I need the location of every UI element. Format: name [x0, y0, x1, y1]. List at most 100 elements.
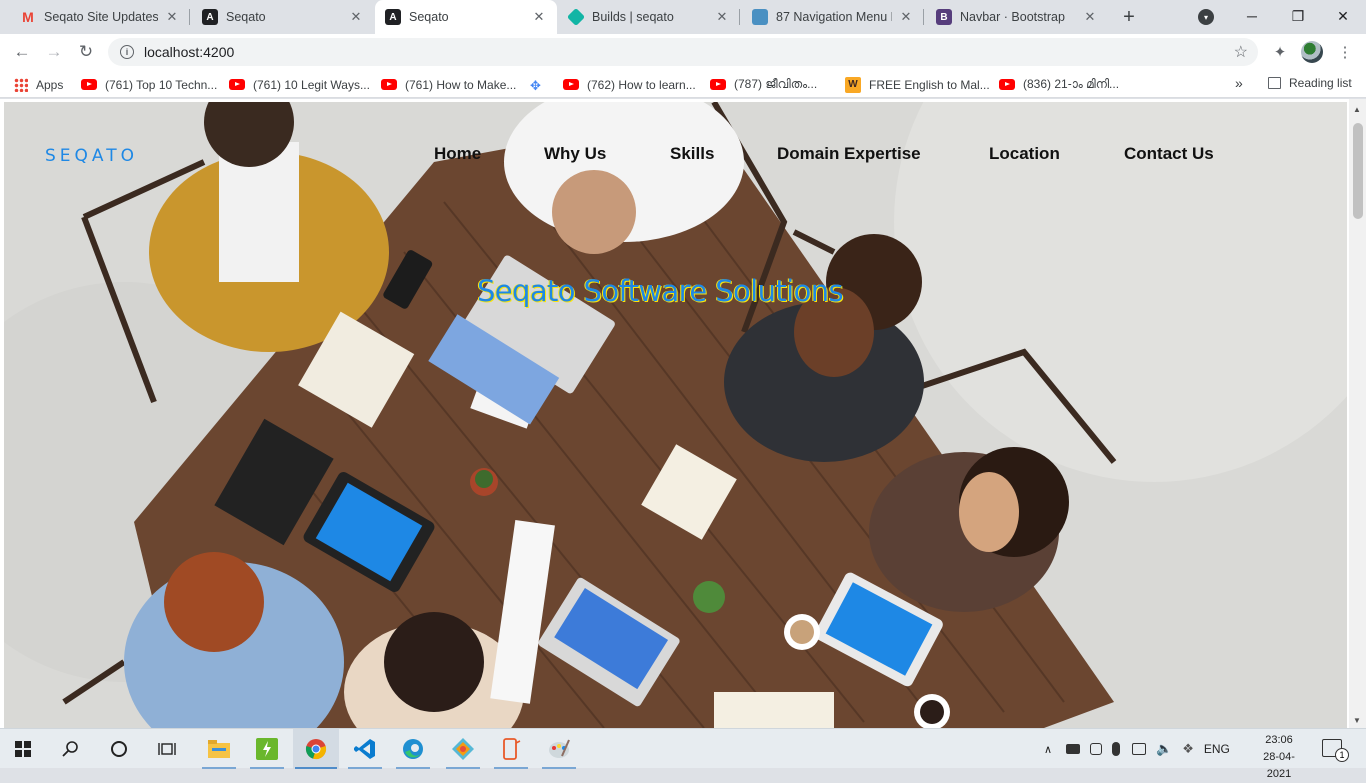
tab-separator	[189, 9, 190, 25]
reading-list-label: Reading list	[1289, 76, 1352, 90]
youtube-icon	[81, 79, 97, 90]
tab-bootstrap[interactable]: B Navbar · Bootstrap ✕	[926, 0, 1108, 34]
clock[interactable]: 23:06 28-04-2021	[1254, 732, 1304, 783]
address-url[interactable]: localhost:4200	[144, 44, 234, 60]
dropbox-icon[interactable]: ❖	[1182, 741, 1194, 757]
scrollbar-thumb[interactable]	[1353, 123, 1363, 219]
reload-icon[interactable]: ↻	[74, 40, 98, 64]
reading-list-icon	[1268, 77, 1281, 89]
clock-date: 28-04-2021	[1263, 751, 1295, 780]
chrome-icon[interactable]	[293, 729, 339, 769]
tab-seqato-active[interactable]: A Seqato ✕	[375, 0, 557, 34]
restore-button[interactable]: ❐	[1275, 0, 1321, 32]
nav-location[interactable]: Location	[989, 144, 1060, 164]
youtube-icon	[710, 79, 726, 90]
bookmark-item[interactable]: (836) 21-ാം മിനി...	[999, 76, 1119, 93]
address-bar[interactable]: i localhost:4200 ☆	[108, 38, 1258, 66]
close-icon[interactable]: ✕	[1082, 9, 1098, 25]
bookmark-item[interactable]: (761) 10 Legit Ways...	[229, 76, 370, 93]
paint-icon[interactable]	[536, 729, 582, 769]
tab-title: Builds | seqato	[592, 10, 674, 24]
close-icon[interactable]: ✕	[714, 9, 730, 25]
tab-builds[interactable]: Builds | seqato ✕	[558, 0, 740, 34]
notification-center-icon[interactable]: 1	[1322, 739, 1349, 762]
scroll-down-icon[interactable]: ▼	[1353, 716, 1361, 725]
nav-domain-expertise[interactable]: Domain Expertise	[777, 144, 921, 164]
close-icon[interactable]: ✕	[531, 9, 547, 25]
notification-count-badge: 1	[1335, 748, 1349, 762]
page-viewport: SEQATO Home Why Us Skills Domain Experti…	[0, 99, 1366, 728]
bookmark-apps[interactable]: Apps	[14, 76, 63, 93]
bookmark-label: Apps	[36, 77, 64, 92]
site-info-icon[interactable]: i	[120, 45, 134, 59]
page-scrollbar[interactable]: ▲ ▼	[1349, 99, 1366, 728]
scroll-up-icon[interactable]: ▲	[1353, 105, 1361, 114]
extensions-icon[interactable]: ✦	[1270, 42, 1290, 62]
display-icon[interactable]	[1132, 743, 1146, 755]
volume-icon[interactable]: 🔈	[1156, 741, 1172, 757]
forward-arrow-icon[interactable]: →	[42, 40, 66, 64]
wordpress-icon: W	[845, 76, 861, 93]
tab-separator	[739, 9, 740, 25]
file-explorer-icon[interactable]	[196, 729, 242, 769]
angular-icon: A	[385, 9, 401, 25]
nav-skills[interactable]: Skills	[670, 144, 714, 164]
youtube-icon	[999, 79, 1015, 90]
reading-list-button[interactable]: Reading list	[1268, 76, 1352, 90]
edge-icon[interactable]	[390, 729, 436, 769]
back-arrow-icon[interactable]: ←	[10, 40, 34, 64]
more-bookmarks-button[interactable]: »	[1235, 75, 1243, 91]
bookmark-item[interactable]: (761) How to Make...	[381, 76, 516, 93]
hero-section: SEQATO Home Why Us Skills Domain Experti…	[4, 102, 1347, 728]
bookmark-item[interactable]: (762) How to learn...	[563, 76, 696, 93]
task-view-icon[interactable]	[144, 729, 190, 769]
start-windows-icon[interactable]	[0, 729, 46, 769]
close-window-button[interactable]: ✕	[1320, 0, 1366, 32]
tab-title: Navbar · Bootstrap	[960, 10, 1065, 24]
menu-kebab-icon[interactable]: ⋮	[1335, 42, 1355, 62]
bookmark-item[interactable]: ✥	[530, 76, 544, 93]
android-studio-icon[interactable]	[244, 729, 290, 769]
close-icon[interactable]: ✕	[348, 9, 364, 25]
tab-gmail[interactable]: M Seqato Site Updates | ✕	[10, 0, 190, 34]
hero-photo	[4, 102, 1347, 728]
tab-strip: M Seqato Site Updates | ✕ A Seqato ✕ A S…	[0, 0, 1366, 34]
minimize-button[interactable]: ─	[1229, 0, 1275, 32]
microphone-icon[interactable]	[1112, 742, 1120, 756]
search-icon[interactable]	[48, 729, 94, 769]
bookmark-item[interactable]: (761) Top 10 Techn...	[81, 76, 217, 93]
tab-separator	[923, 9, 924, 25]
close-icon[interactable]: ✕	[164, 9, 180, 25]
browser-toolbar: ← → ↻ i localhost:4200 ☆ ✦ ⋮	[0, 34, 1366, 70]
vscode-icon[interactable]	[342, 729, 388, 769]
profile-avatar[interactable]	[1301, 41, 1323, 63]
bookmarks-bar: Apps (761) Top 10 Techn... (761) 10 Legi…	[0, 70, 1366, 98]
camera-icon[interactable]	[1090, 743, 1102, 755]
angular-icon: A	[202, 9, 218, 25]
nav-contact-us[interactable]: Contact Us	[1124, 144, 1214, 164]
tab-seqato-1[interactable]: A Seqato ✕	[192, 0, 374, 34]
bookmark-star-icon[interactable]: ☆	[1234, 42, 1248, 62]
gitkraken-icon[interactable]	[440, 729, 486, 769]
brand-logo[interactable]: SEQATO	[45, 146, 138, 166]
system-tray: ∧ 🔈 ❖ ENG	[1044, 729, 1230, 769]
gemini-icon: ✥	[530, 77, 541, 93]
tab-navigation-menu[interactable]: 87 Navigation Menu D ✕	[742, 0, 924, 34]
language-indicator[interactable]: ENG	[1204, 742, 1230, 756]
youtube-icon	[229, 79, 245, 90]
nav-home[interactable]: Home	[434, 144, 481, 164]
new-tab-button[interactable]: +	[1118, 6, 1140, 28]
youtube-icon	[563, 79, 579, 90]
cortana-icon[interactable]	[96, 729, 142, 769]
phone-link-icon[interactable]	[488, 729, 534, 769]
nav-why-us[interactable]: Why Us	[544, 144, 606, 164]
bookmark-item[interactable]: (787) ജീവിതം...	[710, 76, 817, 93]
bookmark-label: (787) ജീവിതം...	[734, 77, 818, 91]
tray-overflow-chevron-icon[interactable]: ∧	[1044, 743, 1058, 756]
battery-icon[interactable]	[1066, 744, 1080, 754]
bookmark-item[interactable]: W FREE English to Mal...	[845, 76, 990, 93]
tab-search-icon[interactable]: ▾	[1198, 9, 1214, 25]
close-icon[interactable]: ✕	[898, 9, 914, 25]
windows-taskbar: ∧ 🔈 ❖ ENG 23:06 28-04-2021 1	[0, 728, 1366, 780]
clock-time: 23:06	[1265, 734, 1293, 746]
